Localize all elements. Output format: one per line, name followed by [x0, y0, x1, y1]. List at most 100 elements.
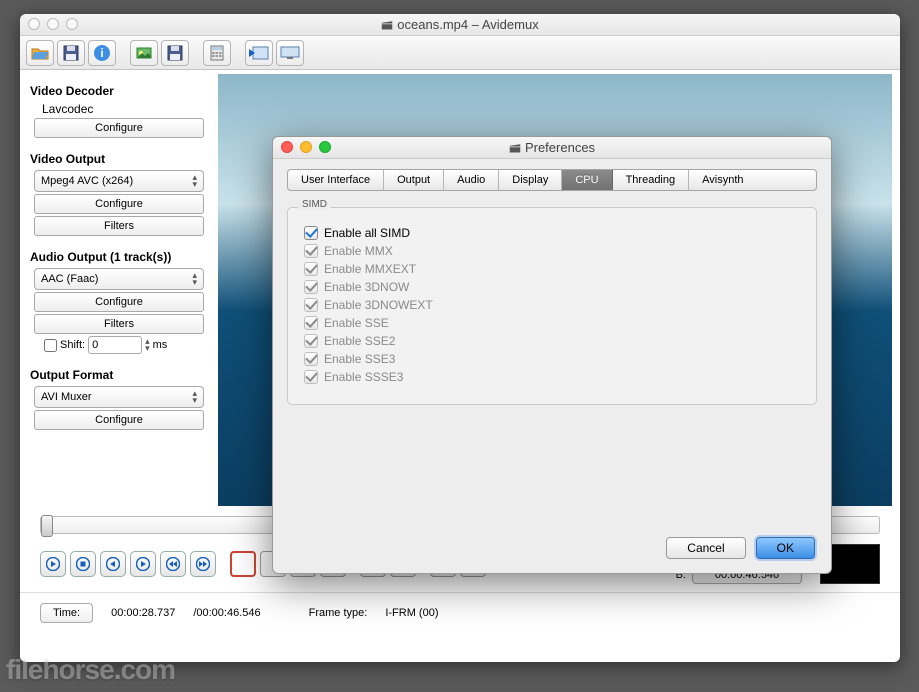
stepper-icon[interactable]: ▴▾ [145, 338, 150, 352]
dialog-zoom-button[interactable] [319, 141, 331, 153]
option-enable-3dnow: Enable 3DNOW [304, 280, 800, 294]
toolbar: i [20, 36, 900, 70]
checkbox-icon [304, 298, 318, 312]
shift-label: Shift: [60, 339, 85, 351]
time-total: /00:00:46.546 [193, 607, 260, 619]
minimize-button[interactable] [47, 18, 59, 30]
shift-input[interactable] [88, 336, 142, 354]
checkbox-icon [304, 352, 318, 366]
info-icon[interactable]: i [88, 40, 116, 66]
chevron-updown-icon: ▴▾ [192, 390, 197, 404]
option-enable-sse: Enable SSE [304, 316, 800, 330]
play-video-icon[interactable] [245, 40, 273, 66]
time-button[interactable]: Time: [40, 603, 93, 623]
zoom-button[interactable] [66, 18, 78, 30]
video-output-configure-button[interactable]: Configure [34, 194, 204, 214]
cancel-button[interactable]: Cancel [666, 537, 745, 559]
option-label: Enable 3DNOW [324, 280, 409, 294]
ok-button[interactable]: OK [756, 537, 815, 559]
option-enable-mmx: Enable MMX [304, 244, 800, 258]
tab-audio[interactable]: Audio [444, 170, 499, 190]
frame-type-value: I-FRM (00) [385, 607, 438, 619]
main-titlebar: oceans.mp4 – Avidemux [20, 14, 900, 36]
video-output-heading: Video Output [30, 152, 208, 166]
preferences-dialog: Preferences User InterfaceOutputAudioDis… [272, 136, 832, 574]
tab-output[interactable]: Output [384, 170, 444, 190]
traffic-lights [28, 18, 78, 30]
option-enable-mmxext: Enable MMXEXT [304, 262, 800, 276]
video-decoder-configure-button[interactable]: Configure [34, 118, 204, 138]
frame-type-label: Frame type: [309, 607, 368, 619]
close-button[interactable] [28, 18, 40, 30]
audio-output-filters-button[interactable]: Filters [34, 314, 204, 334]
tab-threading[interactable]: Threading [613, 170, 690, 190]
shift-unit: ms [153, 339, 168, 351]
video-output-filters-button[interactable]: Filters [34, 216, 204, 236]
info-bar: Time: 00:00:28.737 /00:00:46.546 Frame t… [20, 592, 900, 633]
option-enable-all-simd[interactable]: Enable all SIMD [304, 226, 800, 240]
sidebar: Video Decoder Lavcodec Configure Video O… [20, 70, 218, 510]
chevron-updown-icon: ▴▾ [192, 272, 197, 286]
output-format-heading: Output Format [30, 368, 208, 382]
checkbox-icon [304, 280, 318, 294]
video-decoder-heading: Video Decoder [30, 84, 208, 98]
clapper-icon [509, 142, 521, 154]
save-icon[interactable] [57, 40, 85, 66]
shift-checkbox[interactable] [44, 339, 57, 352]
checkbox-icon[interactable] [304, 226, 318, 240]
checkbox-icon [304, 334, 318, 348]
svg-text:i: i [100, 46, 103, 60]
option-enable-sse2: Enable SSE2 [304, 334, 800, 348]
output-format-select[interactable]: AVI Muxer▴▾ [34, 386, 204, 408]
dialog-traffic-lights [281, 141, 331, 153]
calculator-icon[interactable] [203, 40, 231, 66]
set-marker-a-button[interactable] [230, 551, 256, 577]
window-title: oceans.mp4 – Avidemux [20, 17, 900, 32]
dialog-minimize-button[interactable] [300, 141, 312, 153]
video-decoder-name: Lavcodec [42, 102, 208, 116]
seek-handle[interactable] [41, 515, 53, 537]
stop-button[interactable] [70, 551, 96, 577]
clapper-icon [381, 19, 393, 31]
option-label: Enable 3DNOWEXT [324, 298, 433, 312]
option-enable-3dnowext: Enable 3DNOWEXT [304, 298, 800, 312]
tab-user-interface[interactable]: User Interface [288, 170, 384, 190]
next-frame-button[interactable] [130, 551, 156, 577]
prev-frame-button[interactable] [100, 551, 126, 577]
save-image-icon[interactable] [161, 40, 189, 66]
simd-group: SIMD Enable all SIMDEnable MMXEnable MMX… [287, 207, 817, 405]
option-enable-sse3: Enable SSE3 [304, 352, 800, 366]
tab-display[interactable]: Display [499, 170, 562, 190]
option-label: Enable SSE2 [324, 334, 395, 348]
option-label: Enable all SIMD [324, 226, 410, 240]
option-label: Enable SSE3 [324, 352, 395, 366]
option-label: Enable MMX [324, 244, 393, 258]
dialog-close-button[interactable] [281, 141, 293, 153]
option-enable-ssse3: Enable SSSE3 [304, 370, 800, 384]
checkbox-icon [304, 370, 318, 384]
option-label: Enable SSE [324, 316, 389, 330]
simd-legend: SIMD [298, 199, 331, 210]
option-label: Enable SSSE3 [324, 370, 403, 384]
dialog-title: Preferences [273, 140, 831, 155]
load-run-icon[interactable] [130, 40, 158, 66]
next-keyframe-button[interactable] [190, 551, 216, 577]
tab-avisynth[interactable]: Avisynth [689, 170, 756, 190]
open-icon[interactable] [26, 40, 54, 66]
prev-keyframe-button[interactable] [160, 551, 186, 577]
checkbox-icon [304, 316, 318, 330]
play-button[interactable] [40, 551, 66, 577]
audio-output-configure-button[interactable]: Configure [34, 292, 204, 312]
option-label: Enable MMXEXT [324, 262, 416, 276]
tab-cpu[interactable]: CPU [562, 170, 612, 190]
time-value: 00:00:28.737 [111, 607, 175, 619]
output-format-configure-button[interactable]: Configure [34, 410, 204, 430]
dialog-titlebar: Preferences [273, 137, 831, 159]
audio-output-heading: Audio Output (1 track(s)) [30, 250, 208, 264]
preferences-tabs: User InterfaceOutputAudioDisplayCPUThrea… [287, 169, 817, 191]
chevron-updown-icon: ▴▾ [192, 174, 197, 188]
monitor-icon[interactable] [276, 40, 304, 66]
checkbox-icon [304, 244, 318, 258]
audio-output-select[interactable]: AAC (Faac)▴▾ [34, 268, 204, 290]
video-output-select[interactable]: Mpeg4 AVC (x264)▴▾ [34, 170, 204, 192]
